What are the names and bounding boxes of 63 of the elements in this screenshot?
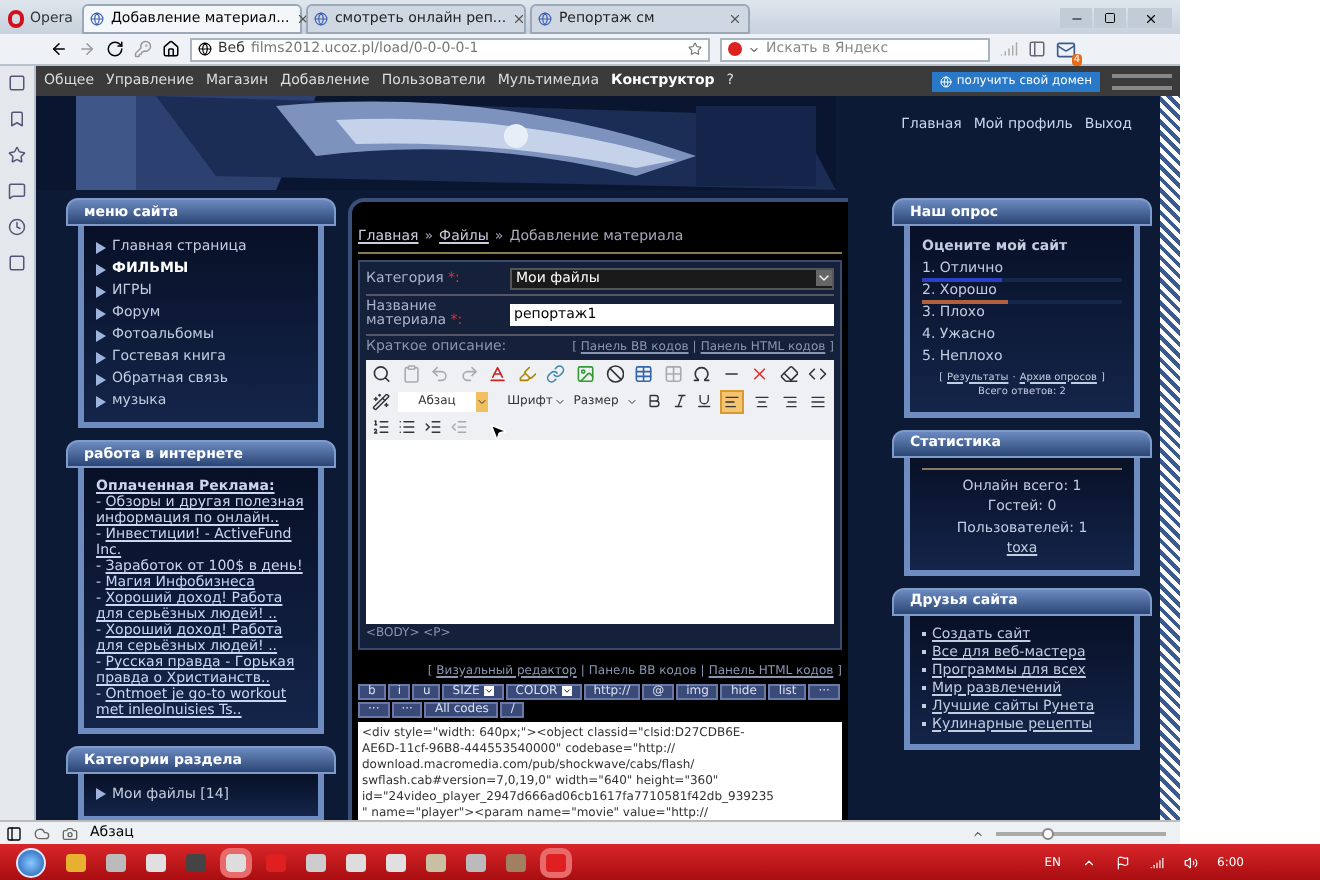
align-button[interactable] [808,391,829,411]
camera-icon[interactable] [62,825,78,841]
dropdown-arrow-icon [561,686,572,696]
mail-icon[interactable] [1056,39,1076,59]
link-icon[interactable] [546,363,566,383]
signal-icon [1000,40,1018,58]
notes-icon[interactable] [8,182,26,200]
maximize-icon [1104,12,1116,24]
history-icon[interactable] [8,218,26,236]
bookmark-star-icon[interactable] [688,42,702,56]
highlight-icon[interactable] [517,363,537,383]
omega-icon[interactable] [692,363,712,383]
align-button[interactable] [720,389,745,413]
indent-icon[interactable] [424,418,442,436]
italic-icon[interactable] [671,392,688,410]
caret-icon [972,827,984,839]
volume-icon [1183,855,1198,869]
image-icon[interactable] [575,363,595,383]
wand-icon[interactable] [372,391,391,411]
numbered-list-icon[interactable] [372,418,390,436]
table-icon[interactable] [634,363,654,383]
page-icon [90,12,105,26]
mouse-cursor-icon [488,421,508,441]
bookmark-icon[interactable] [8,110,26,128]
panel-toggle-icon[interactable] [6,825,22,841]
zoom-slider-thumb[interactable] [1041,827,1053,839]
flag-icon [1115,855,1130,869]
page-icon [314,12,329,26]
back-icon[interactable] [50,40,68,58]
close-icon[interactable] [512,12,527,26]
maximize-button[interactable] [1094,8,1126,28]
find-icon[interactable] [372,363,392,383]
eraser-icon[interactable] [779,363,799,383]
tray-caret-icon [1081,855,1096,869]
close-icon [1143,11,1157,25]
align-button[interactable] [780,391,801,411]
text-color-icon[interactable] [488,363,508,383]
dropdown-icon [816,270,832,286]
remove-format-icon[interactable] [750,363,770,383]
minimize-button[interactable] [1060,8,1092,28]
html-icon[interactable] [808,363,828,383]
start-button[interactable] [16,847,46,877]
close-icon[interactable] [728,12,743,26]
home-icon[interactable] [162,40,180,58]
globe-icon [940,75,953,87]
underline-icon[interactable] [695,392,713,410]
globe-icon [198,42,212,56]
align-button[interactable] [752,391,773,411]
signal-icon [1149,855,1164,869]
dropdown-arrow-icon [483,686,494,696]
page-icon [538,12,553,26]
arrow-icon [96,788,106,801]
bold-icon[interactable] [646,392,664,410]
yandex-icon [728,42,742,56]
no-entry-icon[interactable] [605,363,625,383]
reload-icon[interactable] [106,40,124,58]
opera-logo-icon [8,10,24,28]
bullet-list-icon[interactable] [398,418,416,436]
star-icon[interactable] [8,146,26,164]
admin-bar-handle[interactable] [1112,73,1172,89]
cloud-icon[interactable] [34,825,50,841]
dropdown-icon [748,43,760,55]
code-textarea[interactable] [358,721,842,820]
